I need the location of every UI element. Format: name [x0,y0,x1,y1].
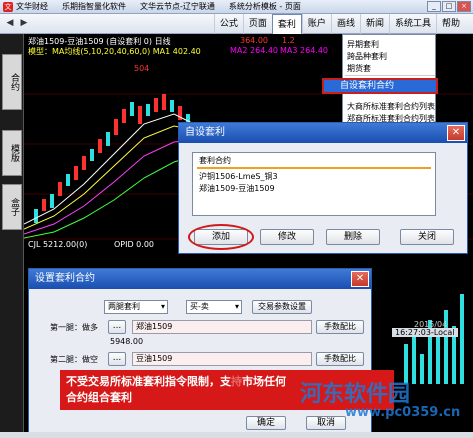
dialog-title: 自设套利 [179,123,467,143]
close-icon[interactable]: × [457,1,471,12]
menu-help[interactable]: 帮助 [435,14,465,34]
menu-item-custom-arbitrage[interactable]: 自设套利合约 [322,78,438,94]
side-tab-template[interactable]: 模版 [2,130,22,176]
watermark-url: www.pc0359.cn [345,405,461,420]
close-icon[interactable]: ✕ [351,271,369,287]
menu-page[interactable]: 页面 [242,14,272,34]
close-button[interactable]: 关闭 [400,229,454,245]
edit-button[interactable]: 修改 [260,229,314,245]
arbitrage-type-select[interactable]: 两腿套利 [104,300,168,314]
trade-params-button[interactable]: 交易参数设置 [252,300,312,314]
arbitrage-contract-list: 套利合约 沪铜1506-LmeS_铜3 郑油1509-豆油1509 [192,152,436,216]
app-name: 文华财经 [16,2,48,11]
menu-arbitrage[interactable]: 套利 [271,14,302,34]
menu-account[interactable]: 账户 [301,14,331,34]
maximize-icon[interactable]: □ [442,1,456,12]
back-arrow-icon[interactable]: ◀ [4,17,16,29]
header-divider [197,167,431,169]
ok-button[interactable]: 确定 [246,416,286,430]
dialog-title: 设置套利合约 [29,269,371,289]
menu-separator [345,75,435,76]
leg1-more-button[interactable]: ... [108,320,126,334]
menu-draw[interactable]: 画线 [330,14,360,34]
side-tab-contract[interactable]: 合约 [2,54,22,110]
menu-news[interactable]: 新闻 [359,14,389,34]
app-logo-icon: 文 [3,1,13,12]
side-tab-box[interactable]: 盒子 [2,184,22,230]
side-tabs: 合约 模版 盒子 [0,34,24,432]
clock: 16:27:03-Local [392,328,458,337]
list-header: 套利合约 [199,156,231,165]
menu-formula[interactable]: 公式 [213,14,243,34]
status-bar [0,432,473,438]
delete-button[interactable]: 删除 [326,229,380,245]
ma3-value: MA3 264.40 [280,46,328,55]
price-top2: 1.2 [282,36,295,45]
list-item[interactable]: 郑油1509-豆油1509 [199,183,275,194]
price-top: 364.00 [240,36,268,45]
leg2-label: 第二腿：做空 [50,355,98,364]
window-controls: _ □ × [427,1,471,12]
leg2-more-button[interactable]: ... [108,352,126,366]
toolbar: ◀ ▶ 公式 页面 套利 账户 画线 新闻 系统工具 帮助 [0,14,473,34]
app-titlebar: 文 文华财经 乐期指智量化软件 文华云节点-辽宁联通 系统分析模板 - 页面 _… [0,0,473,14]
menu-tools[interactable]: 系统工具 [388,14,436,34]
close-icon[interactable]: ✕ [447,125,465,141]
ma2-value: MA2 264.40 [230,46,278,55]
forward-arrow-icon[interactable]: ▶ [18,17,30,29]
price-mid: 504 [134,64,150,73]
minimize-icon[interactable]: _ [427,1,441,12]
cjl-label: CJL 5212.00(0) [28,240,88,249]
leg1-ratio-button[interactable]: 手数配比 [316,320,364,334]
leg1-contract-field[interactable]: 郑油1509 [132,320,312,334]
menu-item-cross-variety[interactable]: 跨品种套利 [347,51,387,62]
app-product: 乐期指智量化软件 [62,2,126,11]
highlight-circle [188,224,254,250]
template-label: 系统分析模板 - 页面 [228,2,301,11]
menu-item-futures-hedge[interactable]: 期货套 [347,63,371,74]
leg1-label: 第一腿：做多 [50,323,98,332]
leg1-price: 5948.00 [110,337,144,346]
leg2-contract-field[interactable]: 豆油1509 [132,352,312,366]
menu-bar: 公式 页面 套利 账户 画线 新闻 系统工具 帮助 [213,14,465,34]
ma-line: 模型：MA均线(5,10,20,40,60,0) MA1 402.40 [28,47,201,56]
leg2-ratio-button[interactable]: 手数配比 [316,352,364,366]
cloud-node: 文华云节点-辽宁联通 [140,2,215,11]
list-item[interactable]: 沪铜1506-LmeS_铜3 [199,171,278,182]
watermark-text: 河东软件园 [300,382,411,407]
direction-select[interactable]: 买-卖 [186,300,242,314]
opid-label: OPID 0.00 [114,240,154,249]
cancel-button[interactable]: 取消 [306,416,346,430]
menu-item-intertemporal[interactable]: 异期套利 [347,39,379,50]
menu-item-dce-list[interactable]: 大商所标准套利合约列表 [347,101,435,112]
